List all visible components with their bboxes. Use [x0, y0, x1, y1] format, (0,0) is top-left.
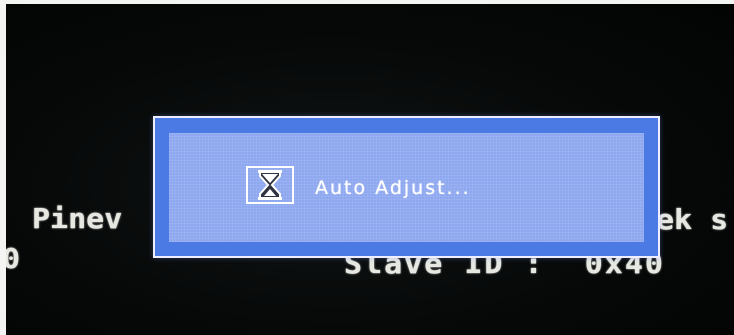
- monitor-frame: Pinev 0 ek s Slave ID : 0x40 Auto Adjust…: [0, 0, 734, 335]
- boot-text-left-upper: Pinev: [32, 203, 123, 236]
- hourglass-icon: [246, 166, 294, 204]
- auto-adjust-message: Auto Adjust...: [315, 177, 471, 199]
- boot-text-left-lower: 0: [6, 244, 20, 275]
- osd-inner-panel: Auto Adjust...: [169, 133, 644, 242]
- boot-text-right-upper: ek s: [656, 204, 729, 237]
- monitor-screen: Pinev 0 ek s Slave ID : 0x40 Auto Adjust…: [6, 4, 734, 335]
- auto-adjust-osd: Auto Adjust...: [153, 116, 660, 258]
